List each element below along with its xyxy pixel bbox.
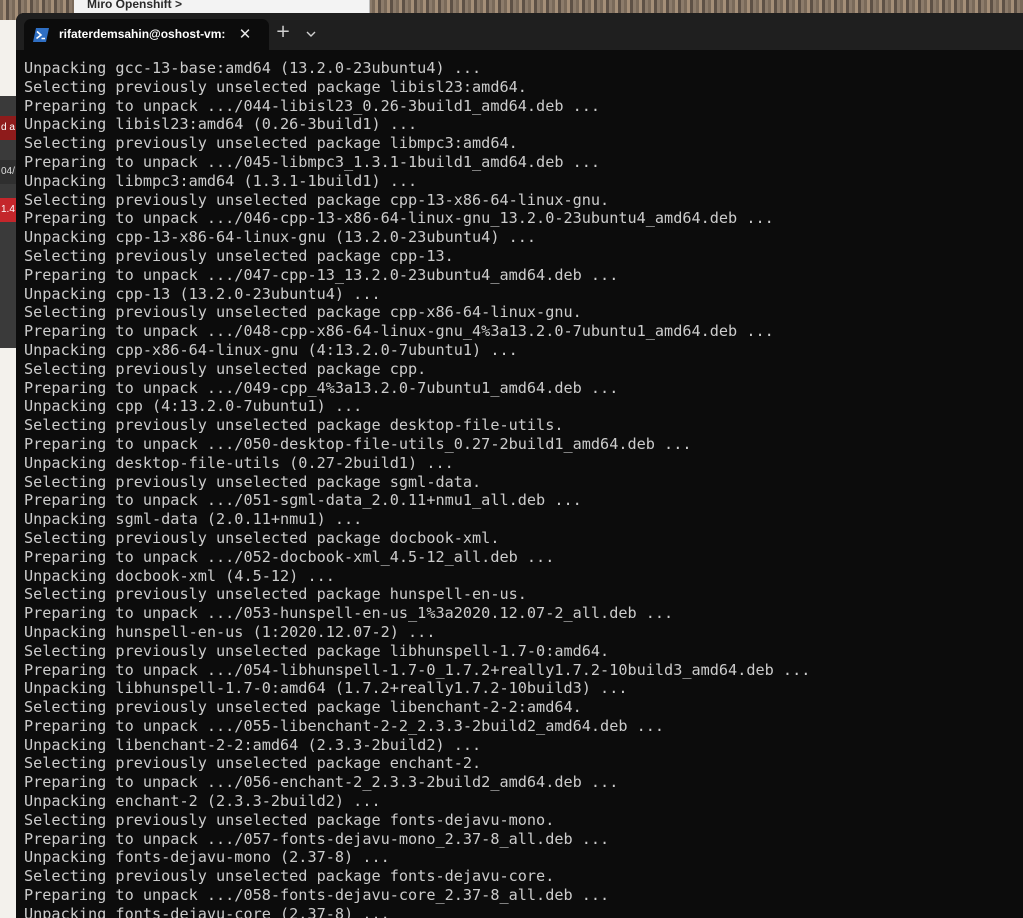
terminal-line: Unpacking docbook-xml (4.5-12) ... [24, 566, 335, 585]
terminal-line: Selecting previously unselected package … [24, 754, 482, 773]
terminal-line: Selecting previously unselected package … [24, 641, 610, 660]
terminal-line: Unpacking fonts-dejavu-mono (2.37-8) ... [24, 848, 390, 867]
terminal-line: Preparing to unpack .../050-desktop-file… [24, 434, 692, 453]
terminal-line: Selecting previously unselected package … [24, 528, 500, 547]
terminal-line: Selecting previously unselected package … [24, 867, 555, 886]
background-chip: d a [0, 116, 16, 140]
terminal-line: Selecting previously unselected package … [24, 698, 582, 717]
background-chip: 04/ [0, 160, 16, 184]
powershell-icon [33, 27, 49, 42]
terminal-line: Selecting previously unselected package … [24, 416, 564, 435]
close-icon[interactable]: ✕ [234, 23, 256, 45]
terminal-line: Preparing to unpack .../046-cpp-13-x86-6… [24, 209, 774, 228]
terminal-line: Unpacking libisl23:amd64 (0.26-3build1) … [24, 115, 418, 134]
terminal-line: Unpacking libmpc3:amd64 (1.3.1-1build1) … [24, 171, 418, 190]
terminal-line: Selecting previously unselected package … [24, 303, 582, 322]
terminal-line: Preparing to unpack .../045-libmpc3_1.3.… [24, 152, 601, 171]
terminal-line: Preparing to unpack .../048-cpp-x86-64-l… [24, 322, 774, 341]
terminal-line: Preparing to unpack .../051-sgml-data_2.… [24, 491, 582, 510]
terminal-line: Unpacking desktop-file-utils (0.27-2buil… [24, 453, 454, 472]
terminal-line: Preparing to unpack .../049-cpp_4%3a13.2… [24, 378, 619, 397]
terminal-line: Preparing to unpack .../044-libisl23_0.2… [24, 96, 601, 115]
terminal-line: Unpacking cpp-13 (13.2.0-23ubuntu4) ... [24, 284, 381, 303]
terminal-output[interactable]: Unpacking gcc-13-base:amd64 (13.2.0-23ub… [24, 59, 1019, 918]
terminal-line: Selecting previously unselected package … [24, 585, 527, 604]
terminal-line: Unpacking cpp-13-x86-64-linux-gnu (13.2.… [24, 228, 537, 247]
terminal-line: Preparing to unpack .../055-libenchant-2… [24, 716, 665, 735]
terminal-line: Selecting previously unselected package … [24, 77, 527, 96]
terminal-line: Selecting previously unselected package … [24, 190, 610, 209]
new-tab-button[interactable]: + [271, 22, 295, 44]
terminal-tab[interactable]: rifaterdemsahin@oshost-vm: ✕ [24, 19, 269, 50]
terminal-line: Unpacking cpp (4:13.2.0-7ubuntu1) ... [24, 397, 363, 416]
terminal-line: Unpacking libhunspell-1.7-0:amd64 (1.7.2… [24, 679, 628, 698]
background-window-title: Miro Openshift > [87, 0, 183, 11]
terminal-line: Preparing to unpack .../054-libhunspell-… [24, 660, 811, 679]
terminal-line: Preparing to unpack .../047-cpp-13_13.2.… [24, 265, 619, 284]
terminal-line: Preparing to unpack .../052-docbook-xml_… [24, 547, 555, 566]
terminal-line: Selecting previously unselected package … [24, 134, 518, 153]
terminal-line: Unpacking sgml-data (2.0.11+nmu1) ... [24, 510, 363, 529]
terminal-titlebar[interactable]: rifaterdemsahin@oshost-vm: ✕ + [16, 13, 1023, 50]
terminal-line: Preparing to unpack .../053-hunspell-en-… [24, 604, 674, 623]
background-chip: 1.4 [0, 198, 16, 222]
tab-title: rifaterdemsahin@oshost-vm: [59, 27, 226, 41]
terminal-line: Selecting previously unselected package … [24, 359, 427, 378]
terminal-line: Unpacking enchant-2 (2.3.3-2build2) ... [24, 792, 381, 811]
terminal-line: Selecting previously unselected package … [24, 472, 482, 491]
terminal-line: Unpacking hunspell-en-us (1:2020.12.07-2… [24, 622, 436, 641]
terminal-line: Preparing to unpack .../058-fonts-dejavu… [24, 886, 610, 905]
terminal-line: Unpacking fonts-dejavu-core (2.37-8) ... [24, 904, 390, 918]
chevron-down-icon[interactable] [302, 26, 320, 42]
terminal-line: Unpacking cpp-x86-64-linux-gnu (4:13.2.0… [24, 340, 518, 359]
terminal-line: Unpacking gcc-13-base:amd64 (13.2.0-23ub… [24, 59, 482, 77]
terminal-line: Preparing to unpack .../056-enchant-2_2.… [24, 773, 619, 792]
terminal-line: Selecting previously unselected package … [24, 246, 454, 265]
terminal-line: Unpacking libenchant-2-2:amd64 (2.3.3-2b… [24, 735, 482, 754]
terminal-window[interactable]: rifaterdemsahin@oshost-vm: ✕ + Unpacking… [16, 13, 1023, 918]
terminal-line: Preparing to unpack .../057-fonts-dejavu… [24, 829, 610, 848]
terminal-line: Selecting previously unselected package … [24, 810, 555, 829]
